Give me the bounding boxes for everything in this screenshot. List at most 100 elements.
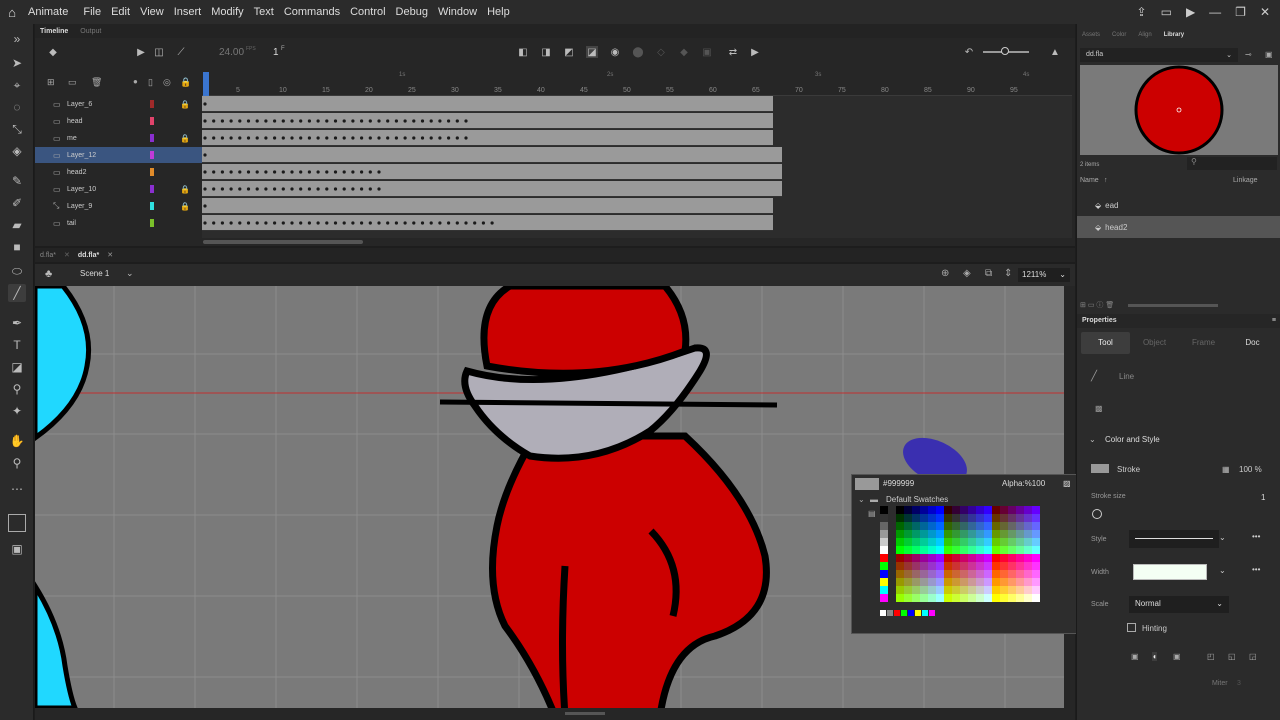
- swatch[interactable]: [928, 538, 936, 546]
- swatch[interactable]: [968, 530, 976, 538]
- swatch[interactable]: [1024, 578, 1032, 586]
- swatch[interactable]: [936, 546, 944, 554]
- keyframe-dot[interactable]: [377, 136, 381, 140]
- alpha-value[interactable]: 100: [1032, 479, 1045, 488]
- chevron-down-icon[interactable]: ⌄: [1089, 435, 1096, 444]
- swatch[interactable]: [1000, 522, 1008, 530]
- keyframe-dot[interactable]: [438, 136, 442, 140]
- swatch[interactable]: [904, 530, 912, 538]
- swatch[interactable]: [968, 522, 976, 530]
- swatch[interactable]: [1032, 514, 1040, 522]
- eye-icon[interactable]: ◎: [163, 77, 171, 88]
- swatch[interactable]: [952, 594, 960, 602]
- swatch[interactable]: [896, 554, 904, 562]
- layer-row[interactable]: ▭ head: [35, 113, 203, 129]
- keyframe-dot[interactable]: [290, 221, 294, 225]
- swatch[interactable]: [960, 554, 968, 562]
- swatch[interactable]: [936, 570, 944, 578]
- layer-color-swatch[interactable]: [150, 185, 154, 193]
- swatch[interactable]: [984, 506, 992, 514]
- layer-row[interactable]: ▭ Layer_6 🔒: [35, 96, 203, 112]
- keyframe-dot[interactable]: [212, 170, 216, 174]
- hinting-checkbox[interactable]: [1127, 623, 1136, 632]
- swatch[interactable]: [968, 578, 976, 586]
- keyframe-dot[interactable]: [264, 170, 268, 174]
- swatch[interactable]: [984, 546, 992, 554]
- swatch[interactable]: [1032, 506, 1040, 514]
- keyframe-dot[interactable]: [299, 119, 303, 123]
- oval-tool-icon[interactable]: ⬭: [8, 262, 26, 280]
- swatch[interactable]: [936, 578, 944, 586]
- library-item[interactable]: ⬙ ead: [1077, 194, 1280, 216]
- swatch[interactable]: [920, 554, 928, 562]
- zoom-stepper-icon[interactable]: ⇕: [1004, 268, 1012, 279]
- swatch[interactable]: [960, 538, 968, 546]
- swatch[interactable]: [944, 522, 952, 530]
- keyframe-dot[interactable]: [342, 136, 346, 140]
- swatch[interactable]: [992, 594, 1000, 602]
- swatch[interactable]: [1024, 570, 1032, 578]
- style-dropdown[interactable]: [1129, 530, 1219, 548]
- prev-frame-icon[interactable]: ◨: [540, 46, 552, 58]
- swatch[interactable]: [912, 522, 920, 530]
- swatch[interactable]: [880, 538, 888, 546]
- swatch[interactable]: [952, 514, 960, 522]
- keyframe-dot[interactable]: [307, 187, 311, 191]
- swatch[interactable]: [960, 546, 968, 554]
- keyframe-dot[interactable]: [386, 221, 390, 225]
- more-options-icon[interactable]: •••: [1252, 532, 1260, 541]
- gradient-swatch[interactable]: [908, 610, 914, 616]
- first-frame-icon[interactable]: ◧: [517, 46, 529, 58]
- swatch[interactable]: [912, 562, 920, 570]
- swatch[interactable]: [976, 530, 984, 538]
- doc-tab-d[interactable]: d.fla*: [40, 252, 56, 259]
- lock-icon[interactable]: 🔒: [180, 185, 190, 194]
- edit-symbols-icon[interactable]: ♣: [45, 268, 52, 280]
- swatch[interactable]: [944, 530, 952, 538]
- swatch[interactable]: [1032, 554, 1040, 562]
- stroke-fill-icon[interactable]: [8, 514, 26, 532]
- keyframe-dot[interactable]: [351, 119, 355, 123]
- keyframe-dot[interactable]: [351, 187, 355, 191]
- swap-colors-icon[interactable]: ▣: [8, 540, 26, 558]
- swatch[interactable]: [968, 554, 976, 562]
- swatch[interactable]: [992, 522, 1000, 530]
- tab-timeline[interactable]: Timeline: [40, 28, 68, 35]
- swatch[interactable]: [944, 514, 952, 522]
- swatch[interactable]: [1008, 554, 1016, 562]
- lock-icon[interactable]: 🔒: [180, 134, 190, 143]
- keyframe-dot[interactable]: [203, 221, 207, 225]
- swatch[interactable]: [984, 530, 992, 538]
- hex-value[interactable]: #999999: [883, 479, 914, 488]
- tab-object[interactable]: Object: [1130, 332, 1179, 354]
- add-layer-icon[interactable]: ⊞: [47, 77, 55, 88]
- menu-view[interactable]: View: [135, 6, 169, 18]
- keyframe-dot[interactable]: [299, 187, 303, 191]
- camera-layer-icon[interactable]: ▶: [135, 46, 147, 58]
- scene-name[interactable]: Scene 1: [80, 269, 109, 278]
- swatch[interactable]: [1000, 554, 1008, 562]
- new-symbol-icon[interactable]: ⊞: [1080, 302, 1086, 309]
- keyframe-dot[interactable]: [203, 136, 207, 140]
- swatch[interactable]: [896, 530, 904, 538]
- swatch[interactable]: [992, 546, 1000, 554]
- swatch[interactable]: [936, 562, 944, 570]
- swatch[interactable]: [1008, 538, 1016, 546]
- swatch[interactable]: [1008, 530, 1016, 538]
- keyframe-dot[interactable]: [299, 136, 303, 140]
- keyframe-dot[interactable]: [464, 221, 468, 225]
- transform-tool-icon[interactable]: ⤡: [8, 120, 26, 138]
- swatch[interactable]: [936, 514, 944, 522]
- swatch[interactable]: [1000, 538, 1008, 546]
- swatch[interactable]: [992, 586, 1000, 594]
- doc-tab-dd[interactable]: dd.fla*: [78, 252, 99, 259]
- swatch[interactable]: [960, 530, 968, 538]
- swatch[interactable]: [880, 594, 888, 602]
- swatch[interactable]: [904, 570, 912, 578]
- delete-icon[interactable]: 🗑: [1105, 302, 1114, 309]
- keyframe-dot[interactable]: [429, 221, 433, 225]
- swatch[interactable]: [928, 578, 936, 586]
- swatch[interactable]: [952, 546, 960, 554]
- properties-icon[interactable]: ⓘ: [1096, 302, 1103, 309]
- keyframe-dot[interactable]: [238, 187, 242, 191]
